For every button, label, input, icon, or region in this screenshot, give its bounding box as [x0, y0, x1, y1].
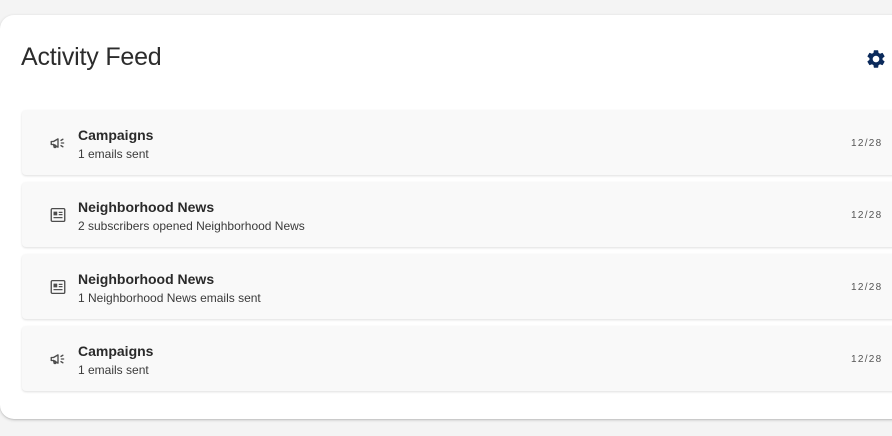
- item-title: Neighborhood News: [78, 199, 215, 215]
- page-title: Activity Feed: [21, 43, 162, 71]
- newspaper-icon: [50, 279, 66, 295]
- list-item[interactable]: Campaigns 1 emails sent 12/28: [22, 326, 892, 391]
- newspaper-icon: [50, 207, 66, 223]
- item-date: 12/28: [851, 210, 883, 221]
- item-title: Campaigns: [78, 127, 154, 143]
- item-subtitle: 2 subscribers opened Neighborhood News: [78, 219, 305, 233]
- gear-icon[interactable]: [865, 48, 887, 70]
- item-subtitle: 1 emails sent: [78, 363, 149, 377]
- item-subtitle: 1 emails sent: [78, 147, 149, 161]
- item-title: Campaigns: [78, 343, 154, 359]
- item-date: 12/28: [851, 282, 883, 293]
- list-item[interactable]: Campaigns 1 emails sent 12/28: [22, 110, 892, 175]
- item-title: Neighborhood News: [78, 271, 215, 287]
- item-date: 12/28: [851, 138, 883, 149]
- megaphone-icon: [50, 138, 65, 149]
- activity-feed-card: Activity Feed Campaigns 1 emails sent 12…: [0, 15, 892, 419]
- megaphone-icon: [50, 354, 65, 365]
- item-subtitle: 1 Neighborhood News emails sent: [78, 291, 261, 305]
- list-item[interactable]: Neighborhood News 2 subscribers opened N…: [22, 182, 892, 247]
- item-date: 12/28: [851, 354, 883, 365]
- list-item[interactable]: Neighborhood News 1 Neighborhood News em…: [22, 254, 892, 319]
